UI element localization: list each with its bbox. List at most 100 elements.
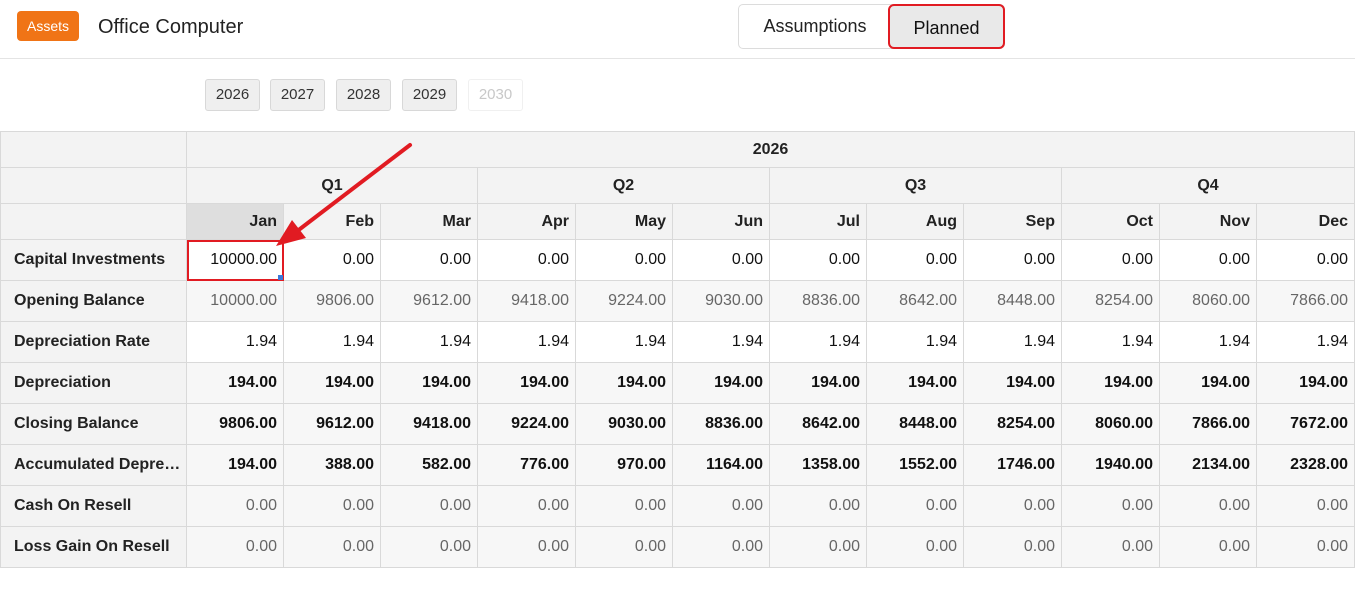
grid-cell: 2134.00 (1159, 444, 1257, 486)
grid-cell: 0.00 (283, 485, 381, 527)
grid-cell: 0.00 (1061, 485, 1160, 527)
table-row: Opening Balance 10000.00 9806.00 9612.00 941… (0, 280, 1355, 322)
row-label: Opening Balance (0, 280, 187, 322)
table-row: Depreciation Rate 1.94 1.94 1.94 1.94 1.94 1.9… (0, 321, 1355, 363)
grid-cell: 0.00 (380, 485, 478, 527)
grid-cell: 1746.00 (963, 444, 1062, 486)
grid-cell: 1164.00 (672, 444, 770, 486)
grid-cell[interactable]: 1.94 (963, 321, 1062, 363)
grid-cell: 0.00 (963, 526, 1062, 568)
grid-cell: 7866.00 (1256, 280, 1355, 322)
grid-cell: 0.00 (186, 485, 284, 527)
grid-cell: 0.00 (769, 485, 867, 527)
grid-cell: 194.00 (672, 362, 770, 404)
month-header-aug: Aug (866, 203, 964, 240)
year-button-2027[interactable]: 2027 (270, 79, 325, 111)
assets-badge[interactable]: Assets (17, 11, 80, 41)
grid-cell[interactable]: 0.00 (866, 239, 964, 281)
grid-cell: 9224.00 (575, 280, 673, 322)
planned-tab[interactable]: Planned (888, 4, 1005, 49)
grid-cell[interactable]: 0.00 (769, 239, 867, 281)
grid-cell[interactable]: 1.94 (575, 321, 673, 363)
quarter-header: Q2 (477, 167, 770, 204)
grid-cell[interactable]: 0.00 (1256, 239, 1355, 281)
grid-cell: 8254.00 (1061, 280, 1160, 322)
row-label: Capital Investments (0, 239, 187, 281)
month-header-jul: Jul (769, 203, 867, 240)
row-label: Accumulated Depre… (0, 444, 187, 486)
grid-cell[interactable]: 1.94 (1159, 321, 1257, 363)
grid-cell: 0.00 (1159, 485, 1257, 527)
year-button-2026[interactable]: 2026 (205, 79, 260, 111)
grid-cell: 0.00 (186, 526, 284, 568)
planning-grid: 2026 Q1 Q2 Q3 Q4 Jan Feb Mar Apr May Jun Jul Au… (0, 131, 1355, 568)
grid-cell[interactable]: 1.94 (186, 321, 284, 363)
table-row: Cash On Resell 0.00 0.00 0.00 0.00 0.00 0.00 0.… (0, 485, 1355, 527)
grid-cell: 8060.00 (1159, 280, 1257, 322)
grid-cell: 9030.00 (672, 280, 770, 322)
grid-cell: 0.00 (1159, 526, 1257, 568)
grid-cell[interactable]: 0.00 (575, 239, 673, 281)
grid-cell: 9612.00 (380, 280, 478, 322)
assumptions-tab[interactable]: Assumptions (739, 5, 891, 48)
grid-cell: 194.00 (477, 362, 576, 404)
corner-cell (0, 131, 187, 168)
grid-cell[interactable]: 0.00 (1159, 239, 1257, 281)
grid-cell[interactable]: 0.00 (283, 239, 381, 281)
grid-cell: 194.00 (380, 362, 478, 404)
grid-cell: 7866.00 (1159, 403, 1257, 445)
grid-cell[interactable]: 0.00 (1061, 239, 1160, 281)
row-label: Cash On Resell (0, 485, 187, 527)
grid-cell: 194.00 (769, 362, 867, 404)
quarter-header: Q1 (186, 167, 478, 204)
corner-cell (0, 203, 187, 240)
year-header: 2026 (186, 131, 1355, 168)
grid-cell[interactable]: 1.94 (380, 321, 478, 363)
grid-cell[interactable]: 1.94 (283, 321, 381, 363)
table-row: Depreciation 194.00 194.00 194.00 194.00 194.… (0, 362, 1355, 404)
grid-cell[interactable]: 1.94 (477, 321, 576, 363)
grid-cell: 2328.00 (1256, 444, 1355, 486)
grid-cell: 388.00 (283, 444, 381, 486)
grid-cell: 0.00 (672, 485, 770, 527)
grid-cell: 0.00 (575, 485, 673, 527)
table-row: Capital Investments 10000.00 0.00 0.00 0.00 0… (0, 239, 1355, 281)
grid-cell: 194.00 (963, 362, 1062, 404)
grid-cell: 194.00 (186, 362, 284, 404)
grid-cell[interactable]: 1.94 (866, 321, 964, 363)
grid-cell: 9612.00 (283, 403, 381, 445)
grid-cell[interactable]: 1.94 (1256, 321, 1355, 363)
grid-cell: 970.00 (575, 444, 673, 486)
month-header-mar: Mar (380, 203, 478, 240)
page-title: Office Computer (98, 16, 244, 38)
grid-cell: 0.00 (575, 526, 673, 568)
table-row: Accumulated Depre… 194.00 388.00 582.00 776.… (0, 444, 1355, 486)
grid-cell: 582.00 (380, 444, 478, 486)
grid-cell[interactable]: 0.00 (672, 239, 770, 281)
selected-cell[interactable]: 10000.00 (186, 239, 284, 281)
year-button-2029[interactable]: 2029 (402, 79, 457, 111)
grid-cell: 194.00 (575, 362, 673, 404)
view-toggle: Assumptions Planned (738, 4, 1005, 49)
grid-cell[interactable]: 1.94 (769, 321, 867, 363)
grid-cell: 194.00 (186, 444, 284, 486)
grid-cell: 8642.00 (769, 403, 867, 445)
table-row: Loss Gain On Resell 0.00 0.00 0.00 0.00 0.00 0… (0, 526, 1355, 568)
grid-cell: 8448.00 (963, 280, 1062, 322)
grid-cell[interactable]: 0.00 (477, 239, 576, 281)
grid-cell: 0.00 (1256, 485, 1355, 527)
grid-cell: 9030.00 (575, 403, 673, 445)
grid-cell: 0.00 (963, 485, 1062, 527)
year-button-2028[interactable]: 2028 (336, 79, 391, 111)
grid-cell[interactable]: 0.00 (963, 239, 1062, 281)
grid-cell: 194.00 (1061, 362, 1160, 404)
grid-cell: 1940.00 (1061, 444, 1160, 486)
grid-cell: 0.00 (380, 526, 478, 568)
grid-cell: 0.00 (477, 485, 576, 527)
grid-cell: 0.00 (866, 526, 964, 568)
grid-cell[interactable]: 0.00 (380, 239, 478, 281)
grid-cell: 0.00 (769, 526, 867, 568)
grid-cell: 9806.00 (186, 403, 284, 445)
grid-cell[interactable]: 1.94 (672, 321, 770, 363)
grid-cell[interactable]: 1.94 (1061, 321, 1160, 363)
